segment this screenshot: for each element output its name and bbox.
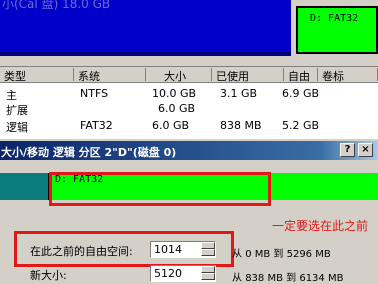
new-size-range: 从 838 MB 到 6134 MB — [232, 269, 343, 284]
cell-type: 扩展 — [6, 104, 28, 117]
new-size-spinner[interactable]: 5120 — [150, 265, 216, 282]
cell-size: 10.0 GB — [152, 87, 197, 100]
highlight-box-free-space — [14, 231, 234, 267]
cell-size: 6.0 GB — [158, 102, 196, 115]
range-from-word: 从 — [232, 249, 242, 260]
range-from-word: 从 — [232, 273, 242, 284]
screenshot-root: 小(Cal 盘) 18.0 GB D: FAT32 类型 系统 大小 已使用 自… — [0, 0, 378, 284]
partition-c-title: 小(Cal 盘) 18.0 GB — [2, 0, 111, 11]
partition-d-block[interactable]: D: FAT32 — [296, 6, 378, 54]
table-row[interactable]: 主 NTFS 10.0 GB 3.1 GB 6.9 GB — [0, 87, 378, 102]
disk-map: 小(Cal 盘) 18.0 GB D: FAT32 — [0, 0, 378, 62]
table-row[interactable]: 逻辑 FAT32 6.0 GB 838 MB 5.2 GB — [0, 119, 378, 134]
partition-d-label: D: FAT32 — [310, 13, 359, 24]
close-button[interactable]: × — [358, 143, 373, 157]
dialog-title: 大小/移动 逻辑 分区 2"D"(磁盘 0) — [1, 146, 177, 159]
table-header: 类型 系统 大小 已使用 自由 卷标 — [0, 67, 378, 83]
cell-size: 6.0 GB — [152, 119, 190, 132]
cell-free: 5.2 GB — [282, 119, 320, 132]
col-header-size[interactable]: 大小 — [164, 68, 212, 83]
dialog-title-bar[interactable]: 大小/移动 逻辑 分区 2"D"(磁盘 0) ? × — [0, 141, 378, 160]
table-row[interactable]: 扩展 6.0 GB — [0, 102, 378, 117]
free-space-range: 从 0 MB 到 5296 MB — [232, 245, 331, 260]
range-from-value: 0 MB — [245, 249, 271, 260]
new-size-value[interactable]: 5120 — [154, 267, 182, 280]
spin-down-button[interactable] — [201, 273, 215, 280]
range-to-value: 6134 MB — [299, 273, 344, 284]
range-to-word: 到 — [273, 249, 284, 260]
cell-used: 838 MB — [220, 119, 262, 132]
spin-up-button[interactable] — [201, 266, 215, 273]
partition-table: 类型 系统 大小 已使用 自由 卷标 主 NTFS 10.0 GB 3.1 GB… — [0, 66, 378, 190]
highlight-box-partition — [49, 172, 271, 206]
range-to-value: 5296 MB — [286, 249, 331, 260]
partition-c-block[interactable]: 小(Cal 盘) 18.0 GB — [0, 0, 291, 56]
range-to-word: 到 — [286, 273, 297, 284]
cell-system: NTFS — [80, 87, 109, 100]
col-header-system[interactable]: 系统 — [78, 68, 146, 83]
col-header-used[interactable]: 已使用 — [216, 68, 284, 83]
help-button[interactable]: ? — [340, 143, 355, 157]
cell-type: 逻辑 — [6, 121, 28, 134]
range-from-value: 838 MB — [245, 273, 283, 284]
annotation-text: 一定要选在此之前 — [272, 219, 369, 233]
cell-system: FAT32 — [80, 119, 113, 132]
col-header-type[interactable]: 类型 — [4, 68, 74, 83]
new-size-label: 新大小: — [30, 269, 67, 282]
col-header-free[interactable]: 自由 — [288, 68, 318, 83]
cell-free: 6.9 GB — [282, 87, 320, 100]
free-space-before-block[interactable] — [0, 173, 48, 200]
col-header-label[interactable]: 卷标 — [322, 68, 378, 83]
cell-used: 3.1 GB — [220, 87, 258, 100]
cell-type: 主 — [6, 89, 17, 102]
